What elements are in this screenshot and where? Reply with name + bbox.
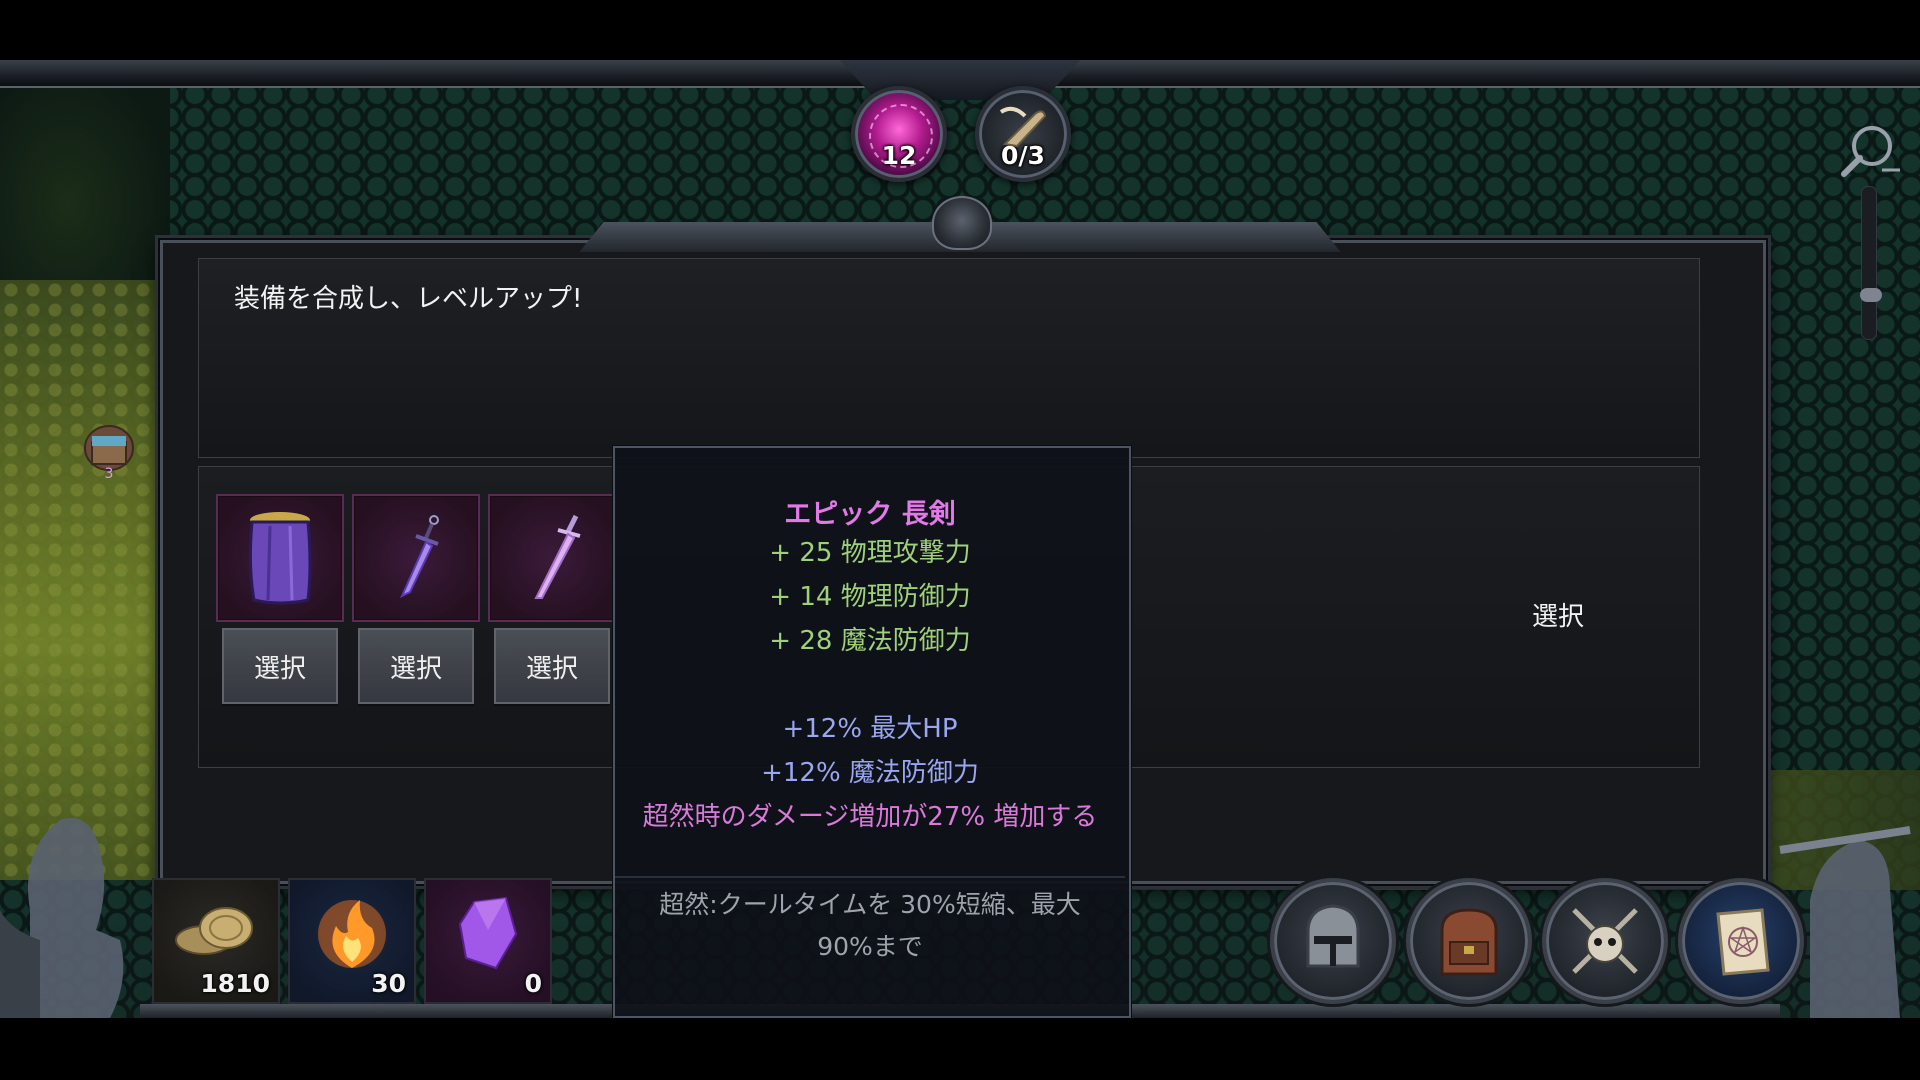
tooltip-footer: 超然:クールタイムを 30%短縮、最大 90%まで: [659, 890, 1081, 961]
gold-coins-icon: [175, 907, 253, 955]
item-slot-dagger[interactable]: [352, 494, 480, 622]
skull-crossbones-icon: [1572, 908, 1638, 974]
dagger-icon: [399, 515, 439, 599]
cape-icon: [248, 512, 312, 605]
game-screen: 3 12 0/3 装備を合成し、レベルアップ! 選択 選択 選択 選択 1810…: [0, 0, 1920, 1080]
map-chest-icon[interactable]: 3: [82, 424, 136, 482]
gem-count: 0: [524, 969, 542, 998]
tooltip-base-stat: + 28 魔法防御力: [769, 626, 971, 656]
fire-resource[interactable]: 30: [288, 878, 416, 1004]
purple-gem-icon: [458, 896, 518, 970]
gem-resource[interactable]: 0: [424, 878, 552, 1004]
quill-scroll-icon: [999, 106, 1047, 148]
fire-icon: [318, 900, 386, 968]
zoom-slider[interactable]: [1861, 186, 1877, 340]
battle-button[interactable]: [1542, 878, 1668, 1004]
map-forest: [0, 60, 170, 300]
item-slot-cape[interactable]: [216, 494, 344, 622]
gold-resource[interactable]: 1810: [152, 878, 280, 1004]
angel-statue: [0, 818, 124, 1018]
skull-crest-icon: [932, 196, 992, 250]
backpack-icon: [1440, 908, 1498, 976]
inventory-button[interactable]: [1406, 878, 1532, 1004]
select-button-3[interactable]: 選択: [494, 628, 610, 704]
description-text: 装備を合成し、レベルアップ!: [234, 284, 583, 314]
item-slot-sword[interactable]: [488, 494, 616, 622]
tooltip-bonus-stat: +12% 魔法防御力: [761, 758, 979, 788]
tooltip-title: エピック 長剣: [784, 499, 956, 530]
tooltip-base-stat: + 25 物理攻撃力: [769, 538, 971, 568]
select-button-2[interactable]: 選択: [358, 628, 474, 704]
fire-count: 30: [371, 969, 406, 998]
zoom-slider-handle[interactable]: [1860, 288, 1882, 302]
tooltip-special-stat: 超然時のダメージ増加が27% 増加する: [642, 802, 1098, 832]
gold-count: 1810: [200, 969, 270, 998]
tooltip-bonus-stat: +12% 最大HP: [782, 714, 958, 744]
zoom-icon[interactable]: [1838, 118, 1902, 182]
magic-rune-icon: [869, 104, 933, 168]
result-select-label[interactable]: 選択: [1530, 596, 1586, 633]
letterbox-bottom: [0, 1018, 1920, 1080]
sword-icon: [534, 514, 581, 599]
magic-badge[interactable]: 12: [851, 86, 947, 182]
letterbox-top: [0, 0, 1920, 60]
select-button-1[interactable]: 選択: [222, 628, 338, 704]
equipment-button[interactable]: [1270, 878, 1396, 1004]
map-chest-count: 3: [105, 466, 114, 480]
helmet-icon: [1306, 904, 1360, 968]
tooltip-base-stat: + 14 物理防御力: [769, 582, 971, 612]
knight-statue: [1779, 826, 1911, 1018]
quest-badge[interactable]: 0/3: [975, 86, 1071, 182]
tooltip-divider: [615, 876, 1125, 878]
